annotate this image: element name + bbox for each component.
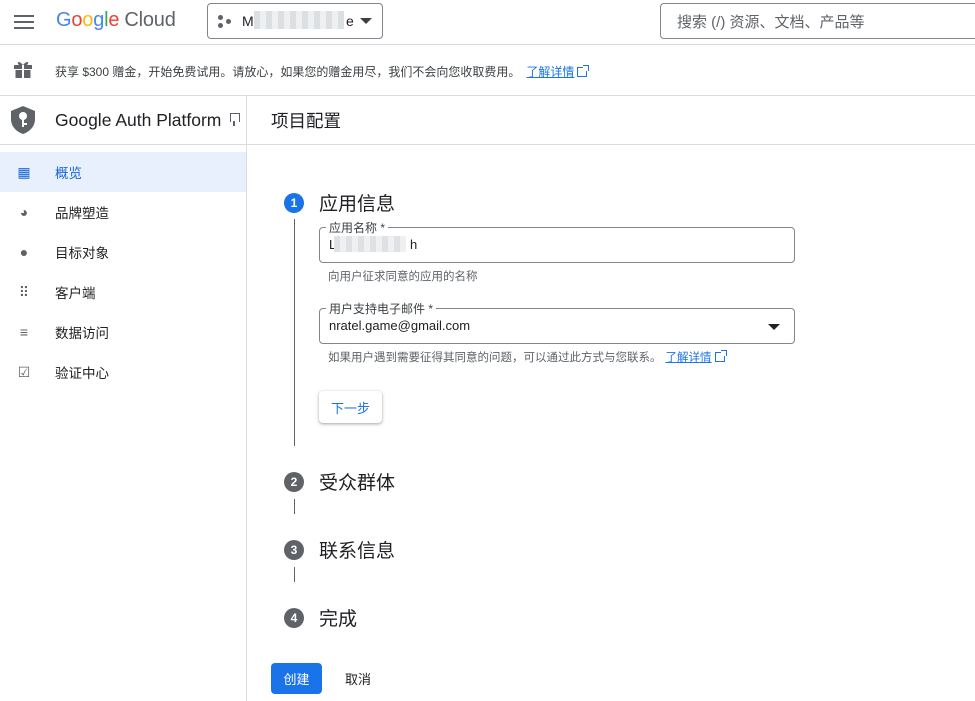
palette-icon: ◕ [19, 204, 29, 220]
step-number: 2 [284, 471, 304, 492]
free-trial-banner: 获享 $300 赠金，开始免费试用。请放心，如果您的赠金用尽，我们不会向您收取费… [0, 45, 975, 96]
top-app-bar: Google Cloud M e 搜索 (/) 资源、文档、产品等 [0, 0, 975, 45]
step-finish[interactable]: 4 完成 [284, 604, 357, 631]
step-connector [294, 219, 295, 446]
step-title: 完成 [319, 609, 358, 630]
app-name-field[interactable]: 应用名称 * L h [319, 219, 795, 263]
pin-icon[interactable] [229, 113, 241, 127]
sidebar-nav: ▦ 概览 ◕ 品牌塑造 ● 目标对象 ⠿ 客户端 ≡ 数据访问 ☑ 验证中心 [0, 145, 246, 392]
sidebar-item-branding[interactable]: ◕ 品牌塑造 [0, 192, 246, 232]
sidebar-header: Google Auth Platform [0, 96, 246, 145]
cancel-button[interactable]: 取消 [335, 663, 381, 694]
project-nodes-icon [218, 13, 234, 29]
sidebar: Google Auth Platform ▦ 概览 ◕ 品牌塑造 ● 目标对象 … [0, 96, 247, 701]
main-content: 项目配置 1 应用信息 应用名称 * L h 向用户征求同意的应用的名称 用户支… [247, 96, 975, 701]
field-label: 用户支持电子邮件 * [326, 300, 437, 317]
apps-grid-icon: ⠿ [18, 283, 30, 300]
data-settings-icon: ≡ [19, 324, 29, 340]
learn-more-link[interactable]: 了解详情 [666, 350, 727, 364]
external-link-icon [577, 65, 590, 77]
app-name-hint: 向用户征求同意的应用的名称 [328, 271, 478, 283]
step-connector [294, 499, 295, 514]
step-connector [294, 567, 295, 582]
step-title: 联系信息 [319, 541, 396, 562]
redacted-mask [334, 236, 406, 252]
verified-check-icon: ☑ [17, 363, 31, 380]
project-name: M e [242, 11, 354, 29]
sidebar-item-data-access[interactable]: ≡ 数据访问 [0, 312, 246, 352]
sidebar-item-overview[interactable]: ▦ 概览 [0, 152, 246, 192]
next-button[interactable]: 下一步 [319, 391, 382, 423]
step-audience[interactable]: 2 受众群体 [284, 468, 395, 495]
sidebar-item-audience[interactable]: ● 目标对象 [0, 232, 246, 272]
step-number: 4 [284, 607, 304, 628]
support-email-hint: 如果用户遇到需要征得其同意的问题，可以通过此方式与您联系。 了解详情 [328, 349, 727, 365]
step-number: 3 [284, 539, 304, 560]
step-contact-info[interactable]: 3 联系信息 [284, 536, 395, 563]
product-title: Google Auth Platform [55, 109, 222, 130]
google-cloud-logo[interactable]: Google Cloud [56, 9, 176, 32]
page-title: 项目配置 [247, 96, 975, 145]
step-app-info[interactable]: 1 应用信息 [284, 189, 395, 216]
dropdown-arrow-icon [768, 324, 780, 330]
create-button[interactable]: 创建 [271, 663, 322, 694]
redacted-mask [254, 11, 344, 29]
step-number: 1 [284, 192, 304, 213]
learn-more-link[interactable]: 了解详情 [526, 65, 590, 79]
step-title: 应用信息 [319, 194, 396, 215]
support-email-select[interactable]: 用户支持电子邮件 * nratel.game@gmail.com [319, 300, 795, 344]
search-input[interactable]: 搜索 (/) 资源、文档、产品等 [660, 3, 975, 39]
dashboard-icon: ▦ [17, 163, 31, 180]
banner-message: 获享 $300 赠金，开始免费试用。请放心，如果您的赠金用尽，我们不会向您收取费… [55, 63, 590, 80]
sidebar-item-clients[interactable]: ⠿ 客户端 [0, 272, 246, 312]
project-picker[interactable]: M e [207, 3, 383, 39]
sidebar-item-verification[interactable]: ☑ 验证中心 [0, 352, 246, 392]
hamburger-menu-icon[interactable] [12, 11, 36, 35]
chevron-down-icon [360, 18, 372, 24]
step-title: 受众群体 [319, 473, 396, 494]
external-link-icon [714, 350, 727, 362]
shield-key-icon [11, 106, 35, 134]
person-icon: ● [19, 244, 29, 260]
field-label: 应用名称 * [326, 219, 389, 236]
gift-icon [14, 61, 32, 78]
